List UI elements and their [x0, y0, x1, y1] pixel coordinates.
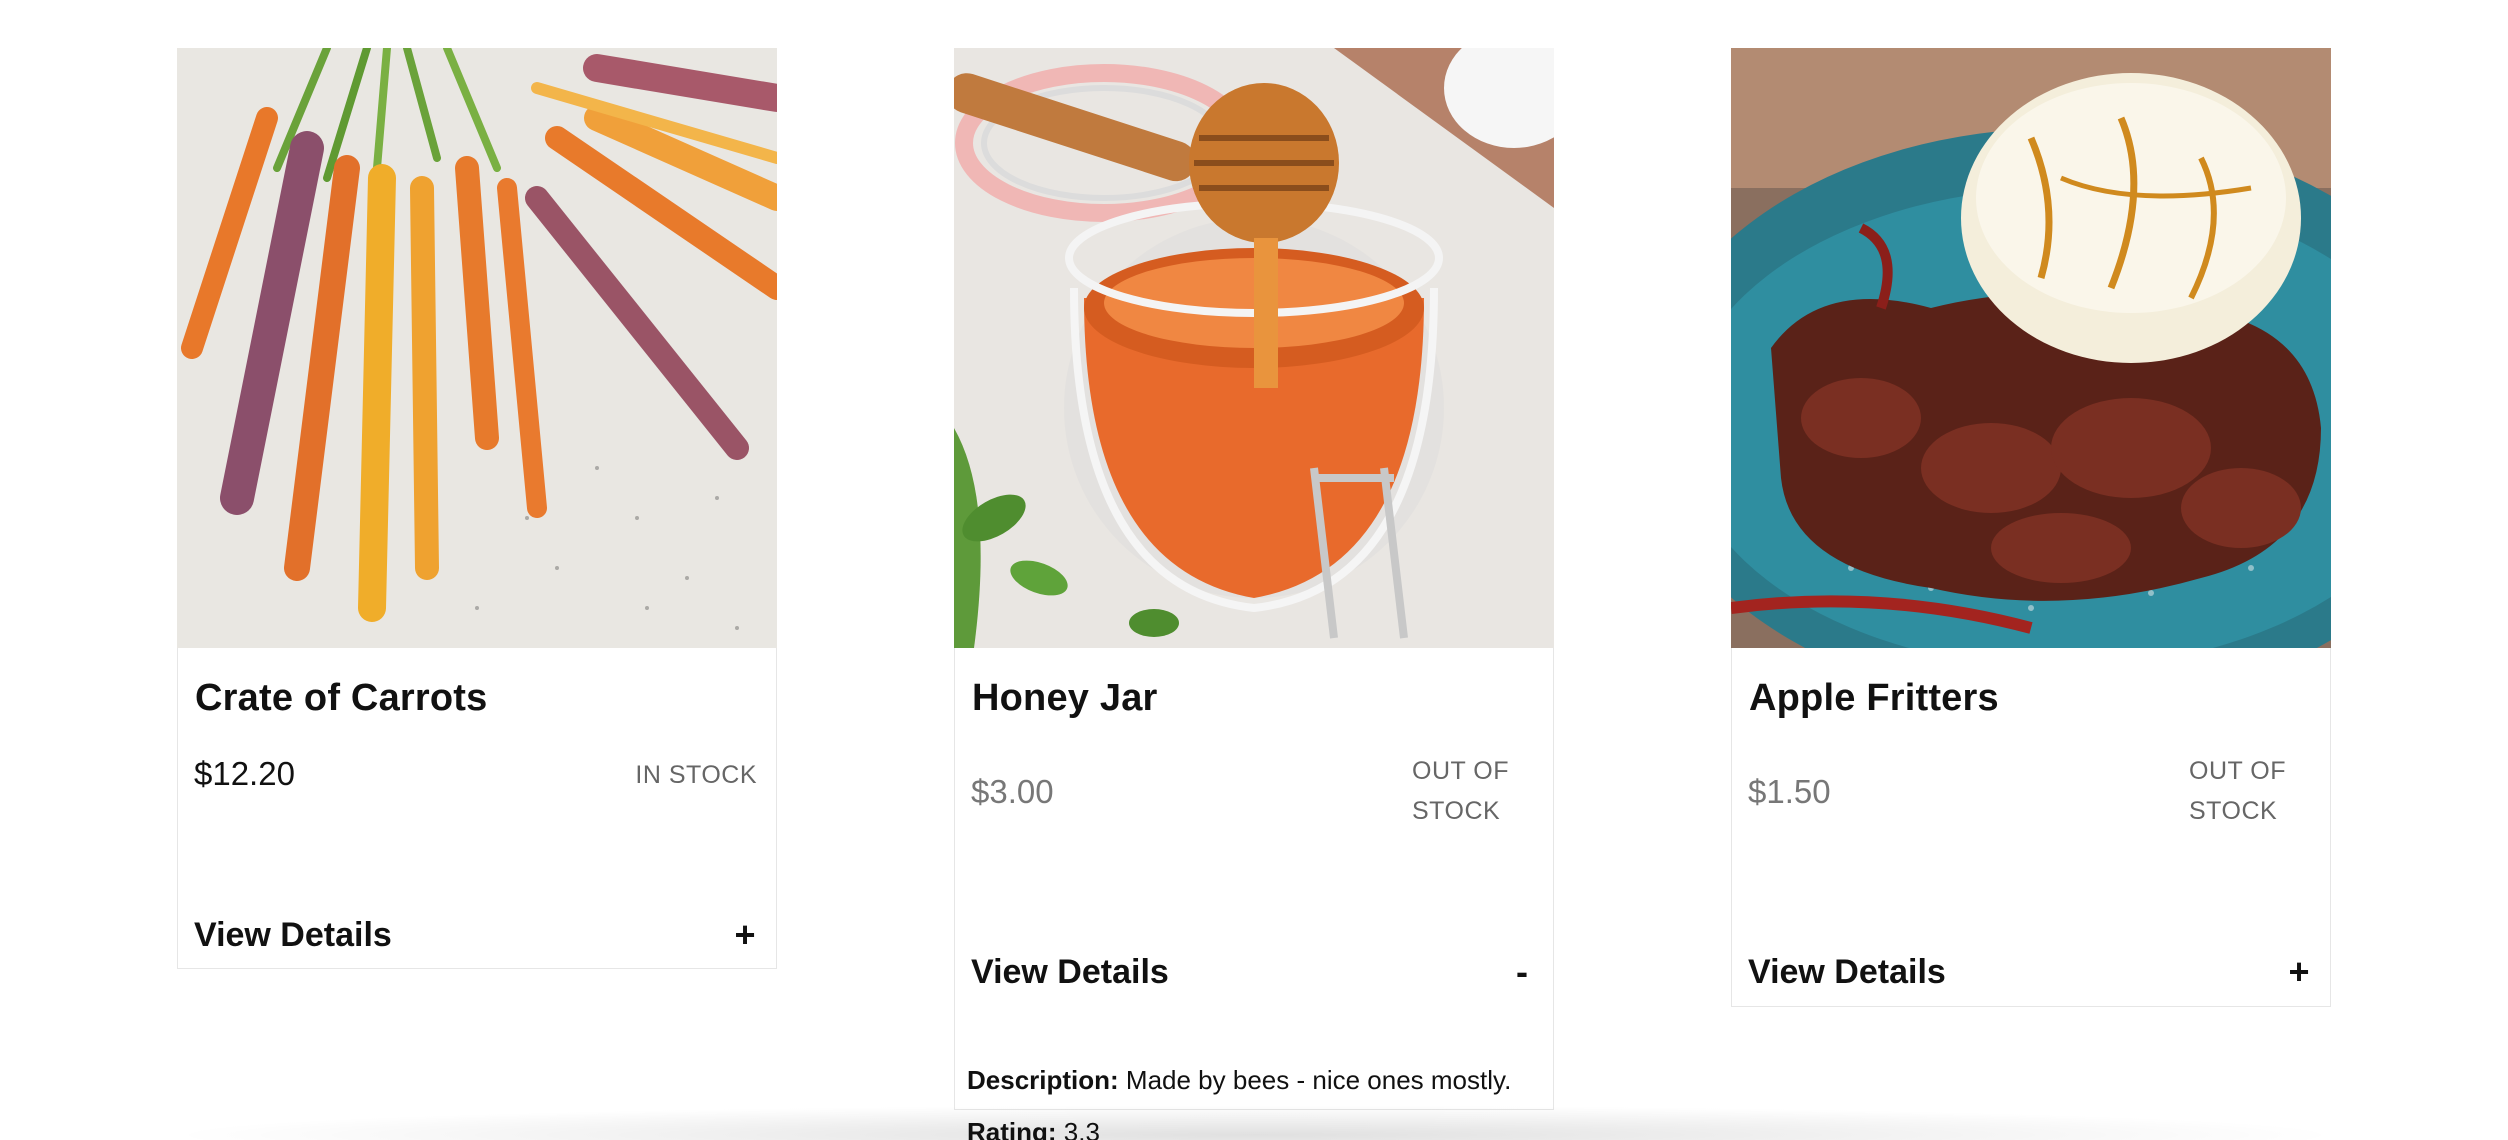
- description-text: Made by bees - nice ones mostly.: [1125, 1065, 1512, 1095]
- product-image-carrots: [176, 47, 777, 648]
- stock-status: OUT OF STOCK: [1412, 757, 1509, 825]
- view-details-label: View Details: [971, 952, 1169, 991]
- view-details-toggle[interactable]: View Details +: [1748, 947, 2314, 997]
- product-title: Crate of Carrots: [195, 677, 488, 719]
- product-title: Honey Jar: [972, 677, 1158, 719]
- product-card-honey: Honey Jar $3.00 OUT OF STOCK View Detail…: [953, 47, 1554, 1140]
- product-price: $1.50: [1748, 773, 1831, 810]
- expand-icon[interactable]: +: [2284, 951, 2314, 993]
- product-description: Description: Made by bees - nice ones mo…: [967, 1065, 1541, 1096]
- rating-label: Rating:: [967, 1117, 1057, 1140]
- product-card-carrots: Crate of Carrots $12.20 IN STOCK View De…: [176, 47, 777, 969]
- product-image-fritters: [1730, 47, 2331, 648]
- product-price: $12.20: [194, 755, 295, 792]
- rating-value: 3.3: [1063, 1117, 1100, 1140]
- product-card-fritters: Apple Fritters $1.50 OUT OF STOCK View D…: [1730, 47, 2331, 1007]
- stock-status: IN STOCK: [635, 761, 757, 789]
- product-price: $3.00: [971, 773, 1054, 810]
- product-grid: Crate of Carrots $12.20 IN STOCK View De…: [0, 0, 2508, 1140]
- view-details-toggle[interactable]: View Details +: [194, 910, 760, 960]
- view-details-label: View Details: [194, 915, 392, 954]
- product-title: Apple Fritters: [1749, 677, 1999, 719]
- stock-status: OUT OF STOCK: [2189, 757, 2286, 825]
- product-image-honey: [953, 47, 1554, 648]
- product-rating: Rating: 3.3: [967, 1117, 1541, 1140]
- view-details-toggle[interactable]: View Details -: [971, 947, 1537, 997]
- expand-icon[interactable]: +: [730, 914, 760, 956]
- view-details-label: View Details: [1748, 952, 1946, 991]
- description-label: Description:: [967, 1065, 1119, 1095]
- collapse-icon[interactable]: -: [1507, 951, 1537, 993]
